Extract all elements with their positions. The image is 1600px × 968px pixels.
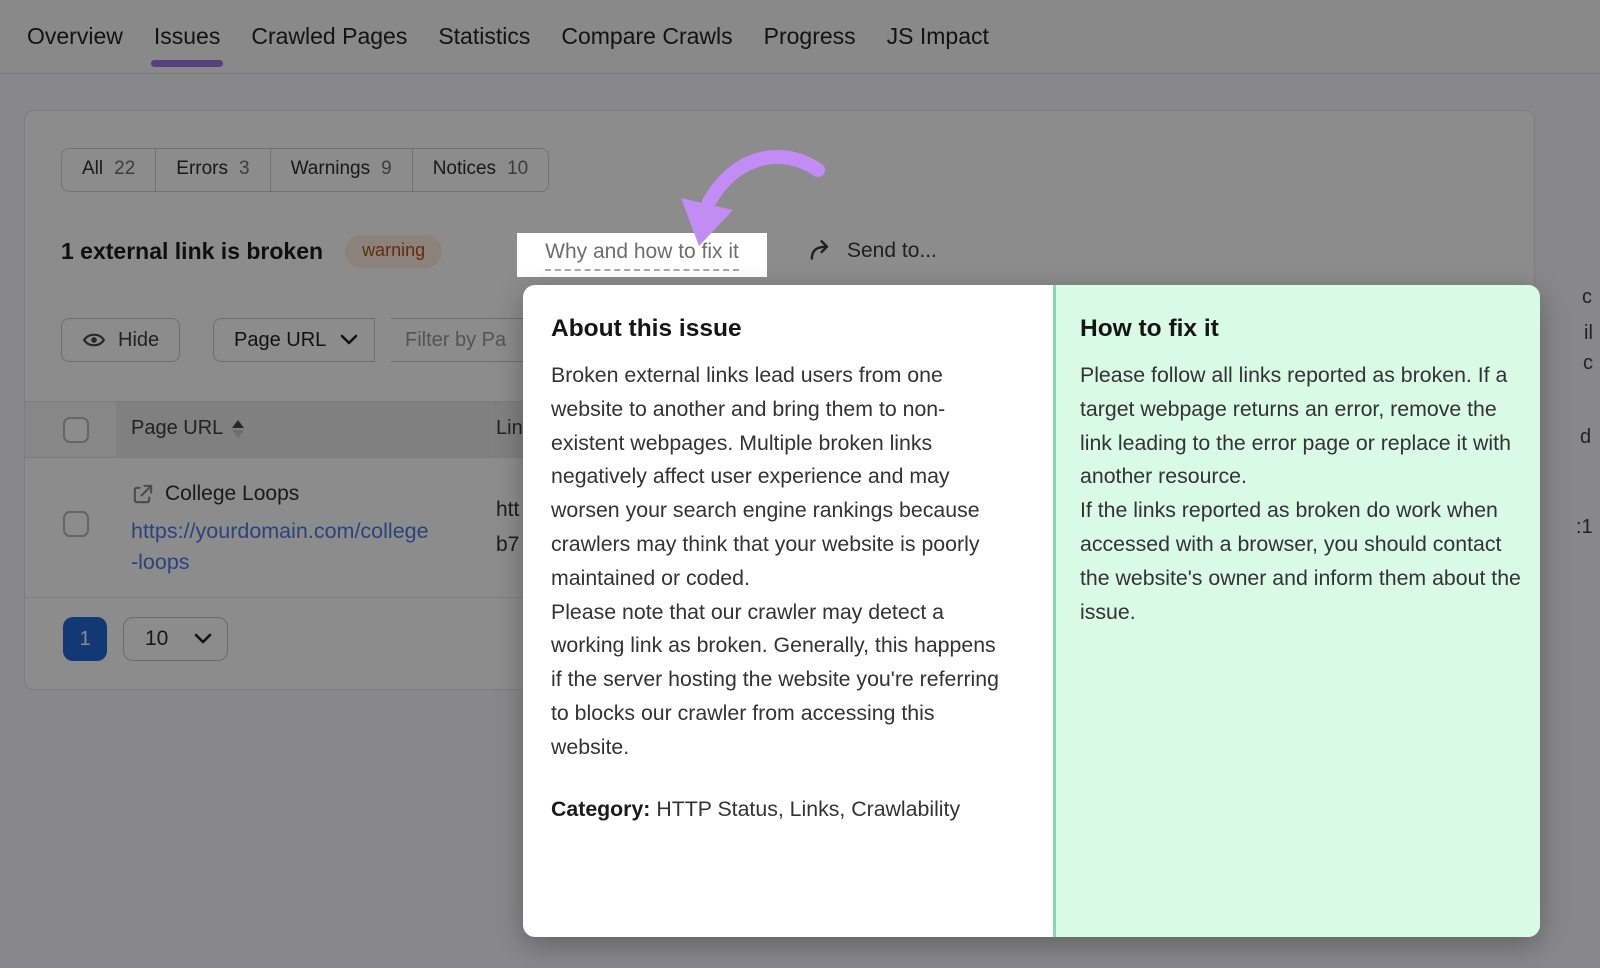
about-paragraph-2: Please note that our crawler may detect … <box>551 596 1008 765</box>
fix-paragraph-1: Please follow all links reported as brok… <box>1080 359 1524 494</box>
about-this-issue-panel: About this issue Broken external links l… <box>523 285 1053 937</box>
issue-category: Category: HTTP Status, Links, Crawlabili… <box>551 793 1008 827</box>
how-to-fix-panel: How to fix it Please follow all links re… <box>1053 285 1540 937</box>
about-title: About this issue <box>551 315 1008 343</box>
about-paragraph-1: Broken external links lead users from on… <box>551 359 1008 596</box>
how-to-fix-title: How to fix it <box>1080 315 1524 343</box>
issue-info-popup: About this issue Broken external links l… <box>523 285 1540 937</box>
category-label: Category: <box>551 797 650 821</box>
tutorial-arrow-icon <box>655 138 835 256</box>
site-audit-issues-screen: Overview Issues Crawled Pages Statistics… <box>0 0 1600 968</box>
fix-paragraph-2: If the links reported as broken do work … <box>1080 494 1524 629</box>
category-value: HTTP Status, Links, Crawlability <box>656 797 960 821</box>
